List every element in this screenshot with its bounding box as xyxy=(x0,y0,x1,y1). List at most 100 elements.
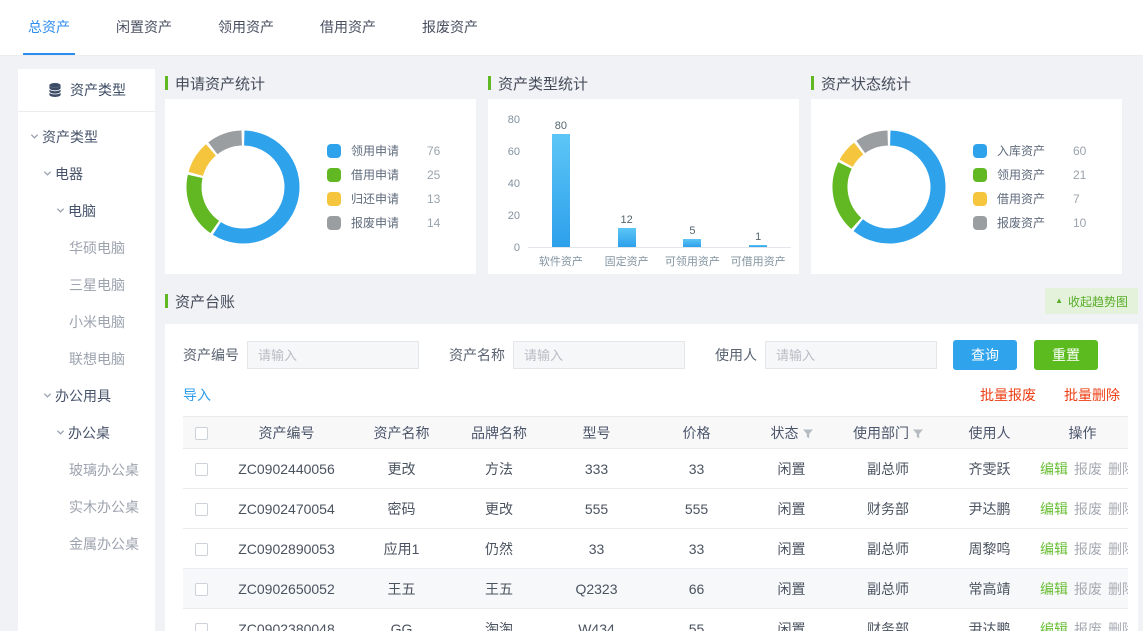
edit-link[interactable]: 编辑 xyxy=(1040,541,1068,557)
apply-stats-donut-chart: 领用申请76 借用申请25 归还申请13 报废申请14 xyxy=(165,121,476,253)
scrap-link[interactable]: 报废 xyxy=(1074,461,1102,477)
collapse-trend-button[interactable]: ▲ 收起趋势图 xyxy=(1045,288,1138,314)
delete-link[interactable]: 删除 xyxy=(1108,501,1128,517)
tree-item-label: 小米电脑 xyxy=(69,312,125,332)
legend-item-报废资产[interactable]: 报废资产10 xyxy=(973,214,1086,231)
user-label: 使用人 xyxy=(715,345,757,365)
donut-segment-借用资产 xyxy=(846,148,859,163)
asset-type-tree: 资产类型电器电脑华硕电脑三星电脑小米电脑联想电脑办公用具办公桌玻璃办公桌实木办公… xyxy=(18,112,155,562)
cell-code: ZC0902380048 xyxy=(219,609,354,631)
apply-stats-donut-card: 领用申请76 借用申请25 归还申请13 报废申请14 xyxy=(165,99,476,274)
chart-block-type-stats: 资产类型统计 020406080801251软件资产固定资产可领用资产可借用资产 xyxy=(488,69,799,274)
row-checkbox[interactable] xyxy=(195,463,208,476)
sidebar-header: 资产类型 xyxy=(18,69,155,112)
reset-button[interactable]: 重置 xyxy=(1034,340,1098,370)
chevron-down-icon xyxy=(56,206,65,215)
cell-actions: 编辑报废删除 xyxy=(1037,449,1128,489)
cell-model: 333 xyxy=(549,449,644,489)
tab-claimed-assets[interactable]: 领用资产 xyxy=(213,0,279,55)
user-input[interactable] xyxy=(765,341,937,369)
cell-actions: 编辑报废删除 xyxy=(1037,529,1128,569)
tree-item-办公用具[interactable]: 办公用具 xyxy=(18,377,155,414)
legend-item-报废申请[interactable]: 报废申请14 xyxy=(327,214,440,231)
cell-status: 闲置 xyxy=(749,609,834,631)
edit-link[interactable]: 编辑 xyxy=(1040,621,1068,631)
ledger-title: 资产台账 xyxy=(165,287,235,315)
filter-funnel-icon[interactable] xyxy=(803,429,813,439)
legend-label: 入库资产 xyxy=(997,142,1061,159)
x-tick-label: 软件资产 xyxy=(528,253,594,269)
tree-item-资产类型[interactable]: 资产类型 xyxy=(18,118,155,155)
tree-item-实木办公桌[interactable]: 实木办公桌 xyxy=(18,488,155,525)
legend-item-领用申请[interactable]: 领用申请76 xyxy=(327,142,440,159)
tree-item-label: 三星电脑 xyxy=(69,275,125,295)
tab-borrowed-assets[interactable]: 借用资产 xyxy=(315,0,381,55)
row-checkbox-cell xyxy=(183,569,219,609)
donut-segment-入库资产 xyxy=(858,138,938,236)
legend-item-借用资产[interactable]: 借用资产7 xyxy=(973,190,1086,207)
cell-price: 33 xyxy=(644,449,749,489)
import-link[interactable]: 导入 xyxy=(183,385,211,405)
tree-item-label: 华硕电脑 xyxy=(69,238,125,258)
tree-item-金属办公桌[interactable]: 金属办公桌 xyxy=(18,525,155,562)
tree-item-电脑[interactable]: 电脑 xyxy=(18,192,155,229)
delete-link[interactable]: 删除 xyxy=(1108,581,1128,597)
scrap-link[interactable]: 报废 xyxy=(1074,621,1102,631)
legend-value: 76 xyxy=(427,144,440,158)
query-button[interactable]: 查询 xyxy=(953,340,1017,370)
batch-scrap-link[interactable]: 批量报废 xyxy=(980,385,1036,405)
tree-item-联想电脑[interactable]: 联想电脑 xyxy=(18,340,155,377)
cell-price: 66 xyxy=(644,569,749,609)
filter-funnel-icon[interactable] xyxy=(913,429,923,439)
tab-idle-assets[interactable]: 闲置资产 xyxy=(111,0,177,55)
legend-value: 25 xyxy=(427,168,440,182)
scrap-link[interactable]: 报废 xyxy=(1074,501,1102,517)
edit-link[interactable]: 编辑 xyxy=(1040,581,1068,597)
delete-link[interactable]: 删除 xyxy=(1108,621,1128,631)
tab-label: 领用资产 xyxy=(218,17,274,37)
asset-code-input[interactable] xyxy=(247,341,419,369)
edit-link[interactable]: 编辑 xyxy=(1040,501,1068,517)
legend-item-入库资产[interactable]: 入库资产60 xyxy=(973,142,1086,159)
top-tab-bar: 总资产 闲置资产 领用资产 借用资产 报废资产 xyxy=(0,0,1143,56)
row-checkbox[interactable] xyxy=(195,543,208,556)
tree-item-玻璃办公桌[interactable]: 玻璃办公桌 xyxy=(18,451,155,488)
tab-scrapped-assets[interactable]: 报废资产 xyxy=(417,0,483,55)
legend-swatch-icon xyxy=(327,168,341,182)
column-header-品牌名称: 品牌名称 xyxy=(449,417,549,449)
cell-department: 副总师 xyxy=(834,529,942,569)
edit-link[interactable]: 编辑 xyxy=(1040,461,1068,477)
cell-name: 应用1 xyxy=(354,529,449,569)
tree-item-小米电脑[interactable]: 小米电脑 xyxy=(18,303,155,340)
type-stats-bar-chart: 020406080801251软件资产固定资产可领用资产可借用资产 xyxy=(488,104,799,269)
scrap-link[interactable]: 报废 xyxy=(1074,581,1102,597)
legend-item-领用资产[interactable]: 领用资产21 xyxy=(973,166,1086,183)
delete-link[interactable]: 删除 xyxy=(1108,541,1128,557)
asset-name-input[interactable] xyxy=(513,341,685,369)
tree-item-华硕电脑[interactable]: 华硕电脑 xyxy=(18,229,155,266)
cell-price: 33 xyxy=(644,529,749,569)
legend-label: 借用资产 xyxy=(997,190,1061,207)
legend-swatch-icon xyxy=(973,168,987,182)
legend-item-借用申请[interactable]: 借用申请25 xyxy=(327,166,440,183)
row-checkbox[interactable] xyxy=(195,623,208,631)
tab-total-assets[interactable]: 总资产 xyxy=(23,0,75,55)
tree-item-办公桌[interactable]: 办公桌 xyxy=(18,414,155,451)
delete-link[interactable]: 删除 xyxy=(1108,461,1128,477)
row-checkbox[interactable] xyxy=(195,503,208,516)
cell-price: 55 xyxy=(644,609,749,631)
column-header-价格: 价格 xyxy=(644,417,749,449)
select-all-checkbox[interactable] xyxy=(195,427,208,440)
tab-label: 报废资产 xyxy=(422,17,478,37)
legend-item-归还申请[interactable]: 归还申请13 xyxy=(327,190,440,207)
tab-label: 借用资产 xyxy=(320,17,376,37)
cell-user: 常高靖 xyxy=(942,569,1037,609)
cell-brand: 淘淘 xyxy=(449,609,549,631)
tree-item-电器[interactable]: 电器 xyxy=(18,155,155,192)
cell-code: ZC0902650052 xyxy=(219,569,354,609)
batch-delete-link[interactable]: 批量删除 xyxy=(1064,385,1120,405)
scrap-link[interactable]: 报废 xyxy=(1074,541,1102,557)
row-checkbox[interactable] xyxy=(195,583,208,596)
column-header-label: 使用人 xyxy=(969,425,1011,441)
tree-item-三星电脑[interactable]: 三星电脑 xyxy=(18,266,155,303)
